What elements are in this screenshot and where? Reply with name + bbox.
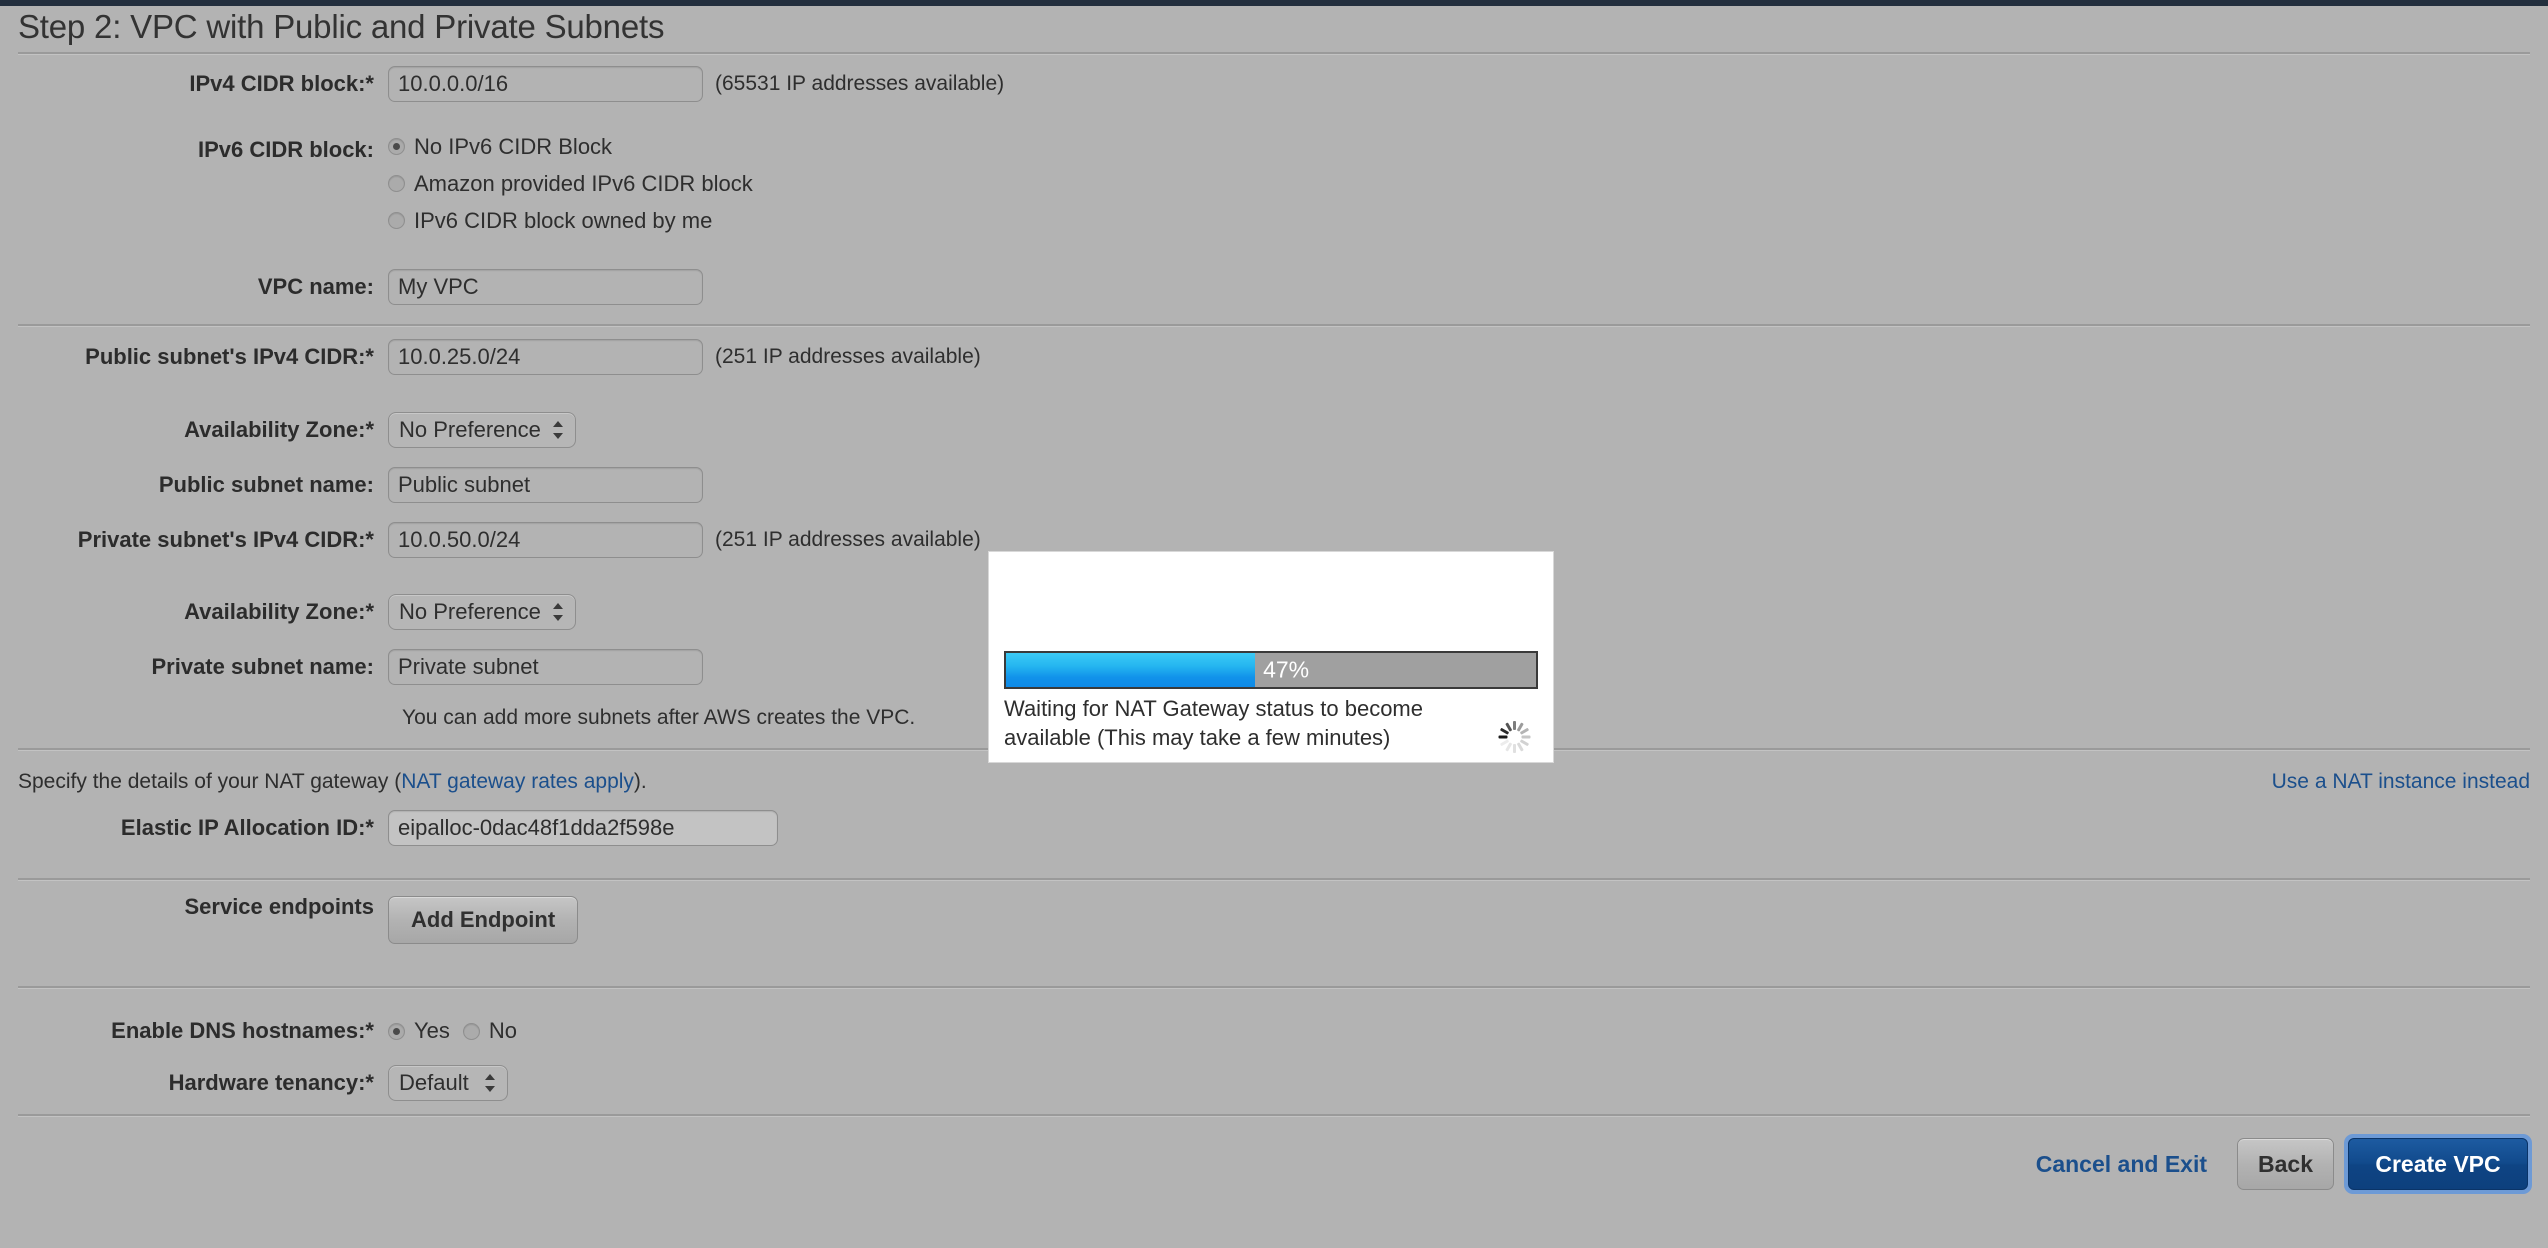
radio-icon[interactable] (388, 175, 405, 192)
progress-bar: 47% (1004, 651, 1538, 689)
dns-option-no[interactable]: No (462, 1015, 518, 1048)
ipv6-option-none-label: No IPv6 CIDR Block (414, 133, 613, 159)
dns-option-no-label: No (488, 1018, 518, 1043)
dns-radio-group: Yes No (388, 1015, 530, 1048)
vpc-wizard-page: Step 2: VPC with Public and Private Subn… (0, 6, 2548, 1248)
row-eip-allocation: Elastic IP Allocation ID:* (0, 808, 778, 848)
chevron-updown-icon (485, 1072, 496, 1094)
dns-option-yes-label: Yes (414, 1018, 450, 1043)
ipv4-cidr-input[interactable] (388, 66, 703, 102)
public-az-select[interactable]: No Preference (388, 412, 576, 448)
nat-rates-link[interactable]: NAT gateway rates apply (401, 770, 634, 793)
hardware-tenancy-value: Default (399, 1070, 469, 1095)
label-dns-hostnames: Enable DNS hostnames:* (111, 1018, 374, 1043)
label-eip-allocation: Elastic IP Allocation ID:* (120, 815, 374, 840)
ipv6-option-owned[interactable]: IPv6 CIDR block owned by me (388, 204, 753, 237)
label-public-az: Availability Zone:* (184, 417, 374, 442)
progress-modal: 47% Waiting for NAT Gateway status to be… (988, 551, 1554, 763)
radio-icon[interactable] (388, 138, 405, 155)
label-ipv6-cidr: IPv6 CIDR block: (197, 137, 374, 162)
row-public-az: Availability Zone:* No Preference (0, 410, 576, 450)
radio-icon[interactable] (388, 1022, 405, 1040)
public-subnet-name-input[interactable] (388, 467, 703, 503)
row-public-subnet-name: Public subnet name: (0, 465, 703, 505)
hardware-tenancy-select[interactable]: Default (388, 1065, 508, 1101)
row-private-subnet-cidr: Private subnet's IPv4 CIDR:* (251 IP add… (0, 520, 981, 560)
ipv6-option-amazon[interactable]: Amazon provided IPv6 CIDR block (388, 167, 753, 200)
use-nat-instance-link[interactable]: Use a NAT instance instead (2272, 770, 2530, 794)
dns-option-yes[interactable]: Yes (388, 1015, 450, 1048)
row-service-endpoints: Service endpoints (0, 887, 388, 927)
divider-top (18, 52, 2530, 55)
footer-actions: Cancel and Exit Back Create VPC (2036, 1134, 2532, 1194)
ipv4-cidr-hint: (65531 IP addresses available) (715, 72, 1005, 95)
divider-subnets (18, 324, 2530, 327)
label-hardware-tenancy: Hardware tenancy:* (168, 1070, 374, 1095)
progress-message: Waiting for NAT Gateway status to become… (1004, 696, 1423, 750)
divider-dns (18, 986, 2530, 989)
create-vpc-focus-ring: Create VPC (2344, 1134, 2532, 1194)
label-public-subnet-cidr: Public subnet's IPv4 CIDR:* (85, 344, 374, 369)
radio-icon[interactable] (388, 212, 405, 229)
private-subnet-cidr-input[interactable] (388, 522, 703, 558)
create-vpc-button[interactable]: Create VPC (2348, 1138, 2528, 1190)
label-private-az: Availability Zone:* (184, 599, 374, 624)
row-dns-hostnames: Enable DNS hostnames:* Yes No (0, 1011, 530, 1051)
nat-description-prefix: Specify the details of your NAT gateway … (18, 770, 402, 793)
private-az-select[interactable]: No Preference (388, 594, 576, 630)
private-subnet-cidr-hint: (251 IP addresses available) (715, 528, 981, 551)
divider-endpoints (18, 878, 2530, 881)
nat-description-suffix: ). (633, 770, 647, 793)
public-subnet-cidr-hint: (251 IP addresses available) (715, 345, 981, 368)
progress-percent-label: 47% (1263, 656, 1310, 683)
radio-icon[interactable] (462, 1022, 480, 1040)
vpc-name-input[interactable] (388, 269, 703, 305)
ipv6-option-owned-label: IPv6 CIDR block owned by me (414, 207, 713, 233)
divider-footer (18, 1114, 2530, 1117)
label-private-subnet-name: Private subnet name: (151, 654, 374, 679)
row-private-subnet-name: Private subnet name: (0, 647, 703, 687)
nat-description: Specify the details of your NAT gateway … (18, 770, 647, 794)
label-service-endpoints: Service endpoints (184, 894, 374, 919)
ipv6-radio-group: No IPv6 CIDR Block Amazon provided IPv6 … (388, 130, 753, 241)
chevron-updown-icon (552, 419, 564, 441)
row-ipv6-cidr: IPv6 CIDR block: (0, 130, 388, 170)
ipv6-option-amazon-label: Amazon provided IPv6 CIDR block (414, 170, 753, 196)
label-public-subnet-name: Public subnet name: (158, 472, 374, 497)
progress-modal-body: 47% Waiting for NAT Gateway status to be… (1004, 651, 1538, 752)
page-title: Step 2: VPC with Public and Private Subn… (18, 8, 665, 45)
row-vpc-name: VPC name: (0, 267, 703, 307)
ipv6-option-none[interactable]: No IPv6 CIDR Block (388, 130, 753, 163)
progress-bar-fill (1006, 653, 1256, 687)
public-subnet-cidr-input[interactable] (388, 339, 703, 375)
eip-allocation-input[interactable] (388, 810, 778, 846)
chevron-updown-icon (552, 601, 564, 623)
row-hardware-tenancy: Hardware tenancy:* Default (0, 1063, 508, 1103)
subnets-note: You can add more subnets after AWS creat… (402, 706, 916, 729)
back-button[interactable]: Back (2237, 1138, 2334, 1190)
private-az-value: No Preference (399, 599, 541, 624)
label-vpc-name: VPC name: (257, 274, 374, 299)
label-private-subnet-cidr: Private subnet's IPv4 CIDR:* (77, 527, 374, 552)
row-public-subnet-cidr: Public subnet's IPv4 CIDR:* (251 IP addr… (0, 337, 981, 377)
label-ipv4-cidr: IPv4 CIDR block:* (189, 71, 374, 96)
row-ipv4-cidr: IPv4 CIDR block:* (65531 IP addresses av… (0, 64, 1004, 104)
private-subnet-name-input[interactable] (388, 649, 703, 685)
cancel-and-exit-link[interactable]: Cancel and Exit (2036, 1151, 2207, 1178)
public-az-value: No Preference (399, 417, 541, 442)
add-endpoint-button[interactable]: Add Endpoint (388, 896, 579, 944)
loading-spinner-icon (1497, 720, 1531, 754)
row-private-az: Availability Zone:* No Preference (0, 592, 576, 632)
